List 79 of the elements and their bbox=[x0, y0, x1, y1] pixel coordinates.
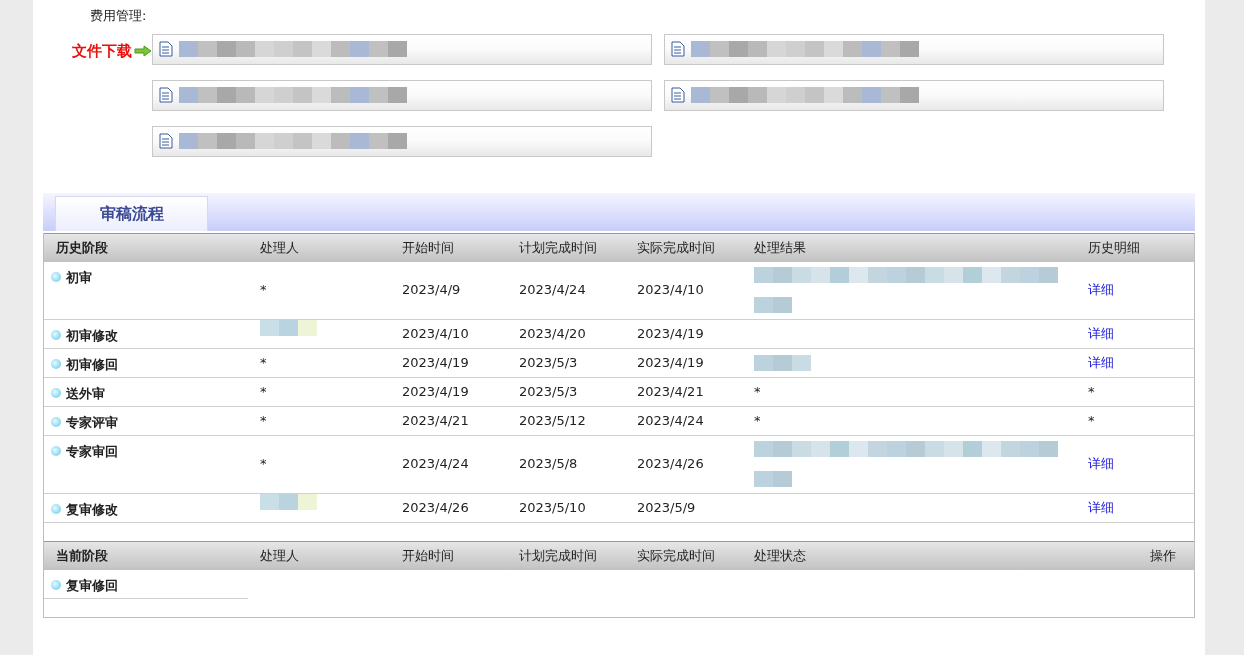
document-icon bbox=[159, 41, 173, 57]
table-cell-text: * bbox=[260, 411, 267, 430]
file-link[interactable] bbox=[152, 125, 652, 157]
detail-link[interactable]: 详细 bbox=[1088, 454, 1114, 474]
bullet-icon bbox=[51, 445, 61, 456]
stage-name: 专家评审 bbox=[66, 413, 118, 432]
table-cell-text: 2023/4/21 bbox=[402, 411, 469, 430]
table-cell-text: 2023/4/20 bbox=[519, 324, 586, 343]
stage-name: 复审修回 bbox=[66, 576, 118, 595]
table-cell-text: 2023/4/26 bbox=[402, 498, 469, 517]
table-cell-text: 2023/4/24 bbox=[637, 411, 704, 430]
file-link[interactable] bbox=[152, 33, 652, 65]
detail-link[interactable]: 详细 bbox=[1088, 352, 1114, 373]
column-header: 处理人 bbox=[260, 239, 299, 255]
table-cell-text: * bbox=[754, 382, 761, 401]
table-cell-text: 2023/4/24 bbox=[519, 281, 586, 300]
table-cell-text: 2023/4/19 bbox=[402, 353, 469, 372]
column-header: 实际完成时间 bbox=[637, 239, 715, 255]
file-link[interactable] bbox=[152, 79, 652, 111]
column-header: 当前阶段 bbox=[56, 547, 108, 563]
table-cell-text: 2023/5/10 bbox=[519, 498, 586, 517]
table-cell-text: * bbox=[260, 353, 267, 372]
file-link[interactable] bbox=[664, 79, 1164, 111]
column-header: 计划完成时间 bbox=[519, 547, 597, 563]
document-icon bbox=[671, 41, 685, 57]
section-label: 费用管理: bbox=[90, 7, 147, 25]
table-cell-text: 2023/4/24 bbox=[402, 455, 469, 474]
bullet-icon bbox=[51, 579, 61, 590]
table-cell-text: * bbox=[260, 281, 267, 300]
detail-link[interactable]: 详细 bbox=[1088, 280, 1114, 300]
table-cell-text: 2023/4/9 bbox=[402, 281, 461, 300]
table-cell-text: 2023/5/9 bbox=[637, 498, 696, 517]
bullet-icon bbox=[51, 387, 61, 398]
column-header: 计划完成时间 bbox=[519, 239, 597, 255]
table-cell-text: 2023/4/10 bbox=[637, 281, 704, 300]
table-cell-text: 2023/4/10 bbox=[402, 324, 469, 343]
detail-link[interactable]: 详细 bbox=[1088, 323, 1114, 344]
download-label: 文件下载 bbox=[72, 40, 132, 62]
table-cell-text: 2023/5/12 bbox=[519, 411, 586, 430]
stage-name: 初审修回 bbox=[66, 355, 118, 374]
table-cell-text: 2023/4/26 bbox=[637, 455, 704, 474]
column-header: 历史阶段 bbox=[56, 239, 108, 255]
table-cell-text: * bbox=[260, 382, 267, 401]
column-header: 历史明细 bbox=[1088, 238, 1140, 257]
table-cell-text: * bbox=[260, 455, 267, 474]
detail-link[interactable]: 详细 bbox=[1088, 497, 1114, 518]
table-cell-text: 2023/4/19 bbox=[637, 353, 704, 372]
arrow-icon bbox=[134, 44, 152, 57]
stage-name: 初审修改 bbox=[66, 326, 118, 345]
column-header: 开始时间 bbox=[402, 239, 454, 255]
table-cell-text: * bbox=[754, 411, 761, 430]
bullet-icon bbox=[51, 503, 61, 514]
column-header: 处理状态 bbox=[754, 547, 806, 563]
document-icon bbox=[159, 87, 173, 103]
tab[interactable]: 审稿流程 bbox=[55, 195, 208, 231]
stage-name: 专家审回 bbox=[66, 442, 118, 461]
bullet-icon bbox=[51, 358, 61, 369]
table-cell-text: 2023/4/21 bbox=[637, 382, 704, 401]
column-header: 操作 bbox=[1150, 546, 1176, 565]
table-cell-text: 2023/4/19 bbox=[637, 324, 704, 343]
document-icon bbox=[671, 87, 685, 103]
table-cell-text: * bbox=[1088, 382, 1095, 401]
bullet-icon bbox=[51, 271, 61, 282]
file-link[interactable] bbox=[664, 33, 1164, 65]
column-header: 开始时间 bbox=[402, 547, 454, 563]
column-header: 处理人 bbox=[260, 547, 299, 563]
table-cell-text: 2023/4/19 bbox=[402, 382, 469, 401]
bullet-icon bbox=[51, 329, 61, 340]
bullet-icon bbox=[51, 416, 61, 427]
column-header: 实际完成时间 bbox=[637, 547, 715, 563]
table-cell-text: 2023/5/8 bbox=[519, 455, 578, 474]
column-header: 处理结果 bbox=[754, 239, 806, 255]
table-cell-text: * bbox=[1088, 411, 1095, 430]
stage-name: 初审 bbox=[66, 268, 92, 287]
document-icon bbox=[159, 133, 173, 149]
stage-name: 复审修改 bbox=[66, 500, 118, 519]
stage-name: 送外审 bbox=[66, 384, 105, 403]
table-cell-text: 2023/5/3 bbox=[519, 382, 578, 401]
table-cell-text: 2023/5/3 bbox=[519, 353, 578, 372]
